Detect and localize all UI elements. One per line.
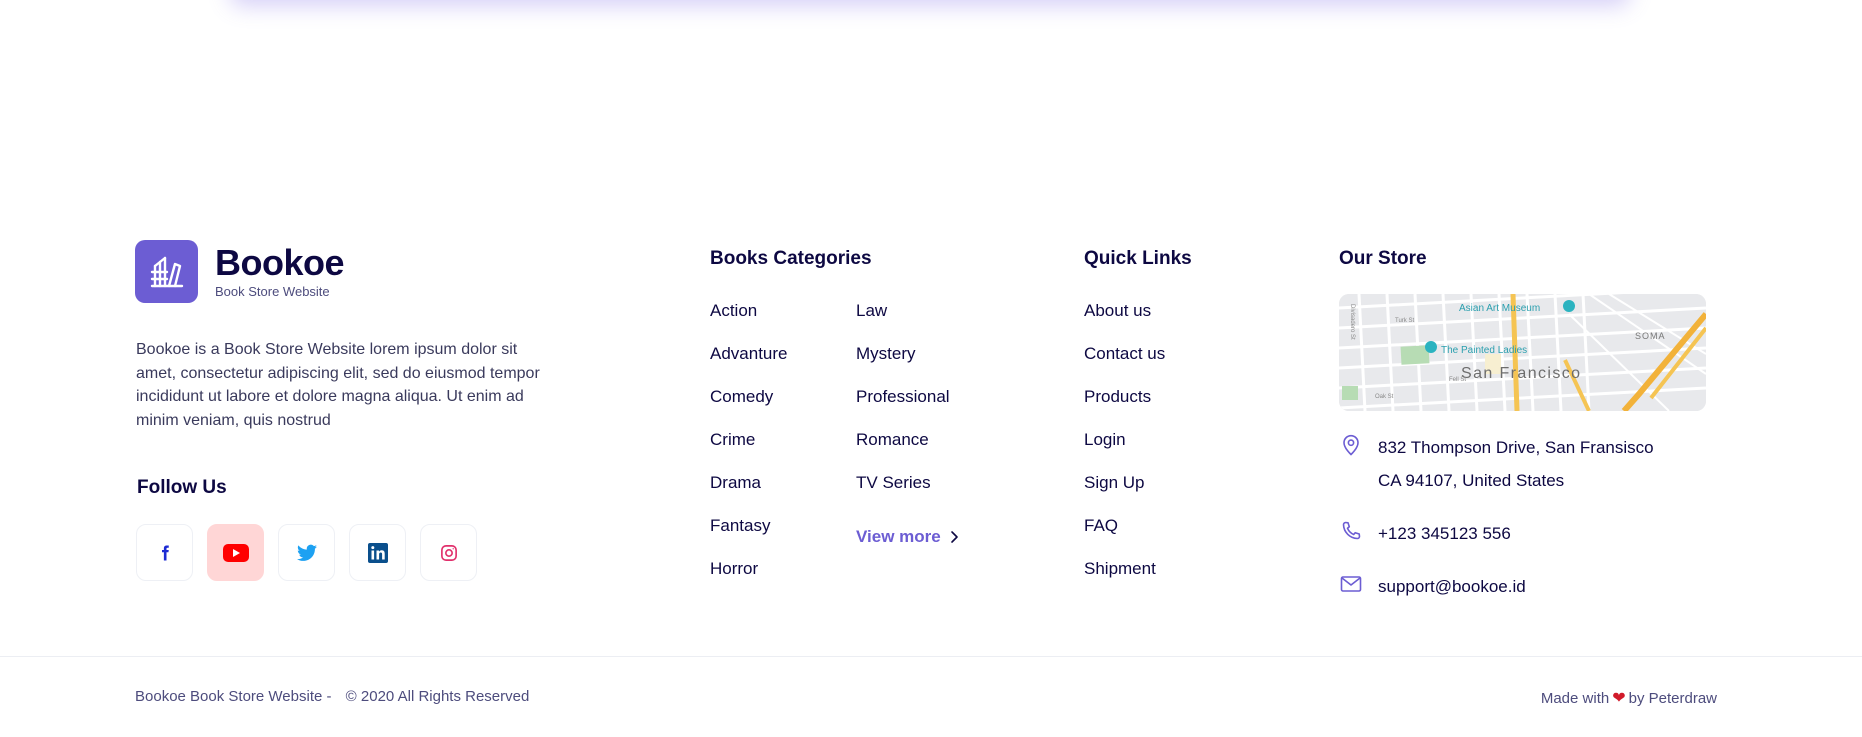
categories-list-1: Action Advanture Comedy Crime Drama Fant… bbox=[710, 300, 788, 601]
map-poi-asian-art: Asian Art Museum bbox=[1459, 303, 1540, 314]
youtube-icon bbox=[222, 543, 249, 562]
view-more-label: View more bbox=[856, 526, 941, 546]
made-with: Made with ❤ by Peterdraw bbox=[1541, 688, 1717, 708]
brand-name: Bookoe bbox=[215, 242, 345, 283]
category-link-professional[interactable]: Professional bbox=[856, 386, 959, 429]
category-link-crime[interactable]: Crime bbox=[710, 429, 788, 472]
map-street-3: Oak St bbox=[1375, 394, 1394, 400]
our-store-heading: Our Store bbox=[1339, 248, 1427, 269]
category-link-comedy[interactable]: Comedy bbox=[710, 386, 788, 429]
quick-link-about-us[interactable]: About us bbox=[1084, 300, 1165, 343]
view-more-link[interactable]: View more bbox=[856, 515, 959, 558]
linkedin-button[interactable] bbox=[349, 524, 406, 581]
address-line-2: CA 94107, United States bbox=[1378, 471, 1565, 490]
quick-link-sign-up[interactable]: Sign Up bbox=[1084, 472, 1165, 515]
store-address: 832 Thompson Drive, San Fransisco CA 941… bbox=[1339, 431, 1654, 497]
linkedin-icon bbox=[367, 542, 388, 563]
quick-link-login[interactable]: Login bbox=[1084, 429, 1165, 472]
map-district-label: SOMA bbox=[1635, 331, 1666, 341]
copyright-site: Bookoe Book Store Website - bbox=[135, 688, 332, 705]
quick-link-shipment[interactable]: Shipment bbox=[1084, 558, 1165, 601]
made-with-label: Made with bbox=[1540, 689, 1610, 707]
copyright: Bookoe Book Store Website - © 2020 All R… bbox=[135, 688, 539, 705]
phone-icon bbox=[1342, 521, 1361, 540]
made-by-label[interactable]: by Peterdraw bbox=[1629, 690, 1717, 707]
store-phone[interactable]: +123 345123 556 bbox=[1339, 517, 1511, 550]
category-link-advanture[interactable]: Advanture bbox=[710, 343, 788, 386]
address-line-1: 832 Thompson Drive, San Fransisco bbox=[1378, 438, 1654, 457]
category-link-mystery[interactable]: Mystery bbox=[856, 343, 959, 386]
map-image: San Francisco Asian Art Museum The Paint… bbox=[1339, 294, 1706, 411]
quick-link-products[interactable]: Products bbox=[1084, 386, 1165, 429]
location-pin-icon bbox=[1343, 434, 1359, 456]
category-link-law[interactable]: Law bbox=[856, 300, 959, 343]
twitter-icon bbox=[296, 544, 317, 561]
social-links bbox=[136, 524, 477, 581]
instagram-button[interactable] bbox=[420, 524, 477, 581]
facebook-button[interactable] bbox=[136, 524, 193, 581]
map-city-label: San Francisco bbox=[1461, 365, 1581, 382]
youtube-button[interactable] bbox=[207, 524, 264, 581]
category-link-action[interactable]: Action bbox=[710, 300, 788, 343]
quick-link-faq[interactable]: FAQ bbox=[1084, 515, 1165, 558]
map-street-4: Divisadero St bbox=[1349, 304, 1355, 340]
category-link-fantasy[interactable]: Fantasy bbox=[710, 515, 788, 558]
map-street-2: Fell St bbox=[1449, 377, 1466, 383]
heart-icon: ❤ bbox=[1612, 690, 1626, 707]
categories-list-2: Law Mystery Professional Romance TV Seri… bbox=[856, 300, 959, 558]
chevron-right-icon bbox=[950, 530, 958, 543]
email-address: support@bookoe.id bbox=[1378, 577, 1526, 596]
follow-us-heading: Follow Us bbox=[137, 477, 227, 498]
brand-tagline: Book Store Website bbox=[215, 284, 330, 299]
mail-icon bbox=[1340, 576, 1362, 592]
category-link-tv-series[interactable]: TV Series bbox=[856, 472, 959, 515]
phone-number: +123 345123 556 bbox=[1378, 524, 1511, 543]
map-poi-painted-ladies: The Painted Ladies bbox=[1441, 345, 1527, 356]
twitter-button[interactable] bbox=[278, 524, 335, 581]
brand-description: Bookoe is a Book Store Website lorem ips… bbox=[136, 341, 540, 429]
facebook-icon bbox=[161, 545, 169, 560]
quick-links-heading: Quick Links bbox=[1084, 248, 1192, 269]
store-map[interactable]: San Francisco Asian Art Museum The Paint… bbox=[1339, 294, 1706, 411]
quick-links-list: About us Contact us Products Login Sign … bbox=[1084, 300, 1165, 601]
copyright-rights: © 2020 All Rights Reserved bbox=[345, 688, 530, 705]
bookshelf-icon bbox=[135, 240, 198, 303]
books-categories-heading: Books Categories bbox=[710, 248, 872, 269]
store-email[interactable]: support@bookoe.id bbox=[1339, 570, 1526, 603]
category-link-horror[interactable]: Horror bbox=[710, 558, 788, 601]
category-link-romance[interactable]: Romance bbox=[856, 429, 959, 472]
map-street-1: Turk St bbox=[1395, 318, 1414, 324]
instagram-icon bbox=[440, 544, 457, 561]
quick-link-contact-us[interactable]: Contact us bbox=[1084, 343, 1165, 386]
category-link-drama[interactable]: Drama bbox=[710, 472, 788, 515]
brand[interactable]: Bookoe Book Store Website bbox=[135, 240, 345, 303]
footer-divider bbox=[0, 656, 1862, 657]
